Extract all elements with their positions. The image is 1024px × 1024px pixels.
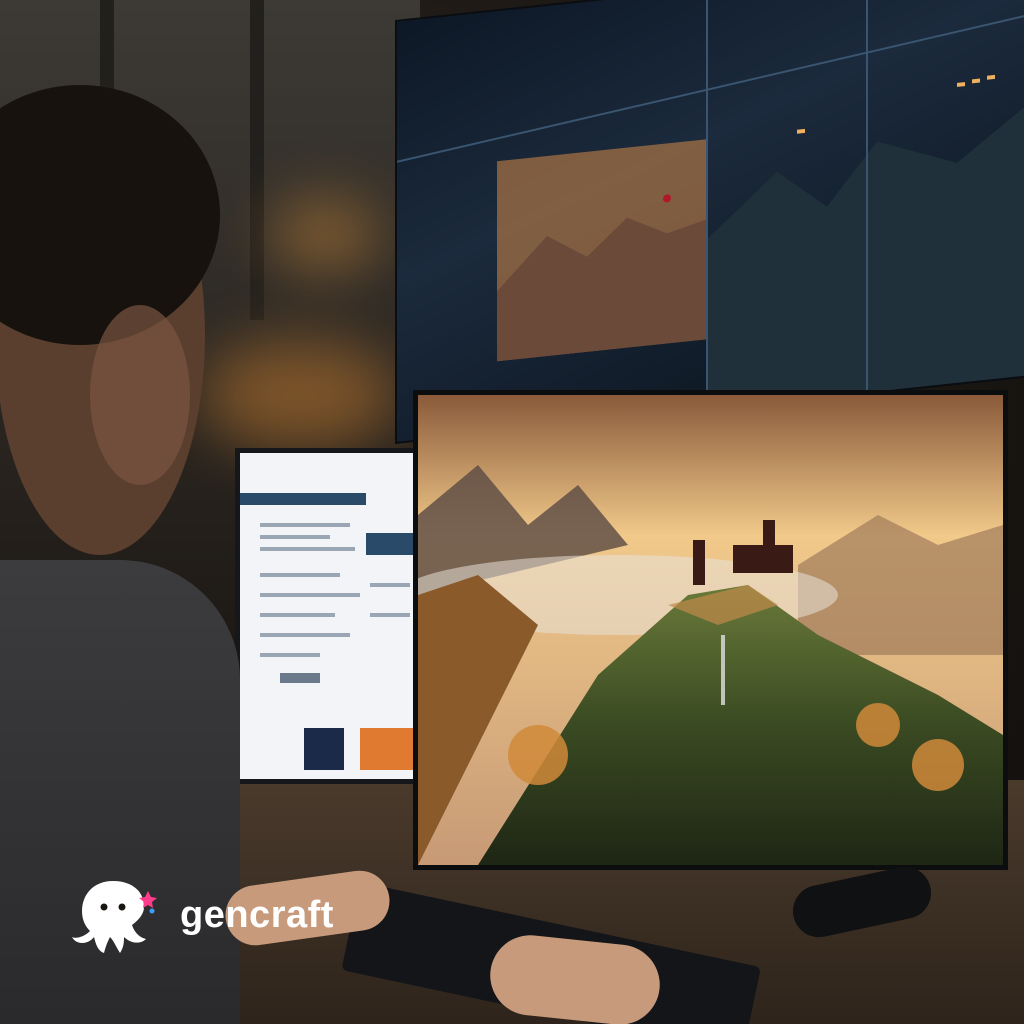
upper-monitor-wall (395, 0, 1024, 444)
left-monitor-document (240, 493, 422, 770)
landscape-artwork (418, 395, 1003, 865)
left-monitor (235, 448, 427, 784)
main-monitor-landscape (413, 390, 1008, 870)
watermark: gencraft (68, 875, 334, 955)
person-head (0, 75, 260, 595)
lamp-glow (270, 200, 380, 270)
person-silhouette (0, 85, 220, 555)
upper-screens-art (396, 0, 1024, 410)
watermark-brand-text: gencraft (180, 893, 334, 936)
photo-scene: gencraft (0, 0, 1024, 1024)
octopus-icon (72, 881, 157, 953)
